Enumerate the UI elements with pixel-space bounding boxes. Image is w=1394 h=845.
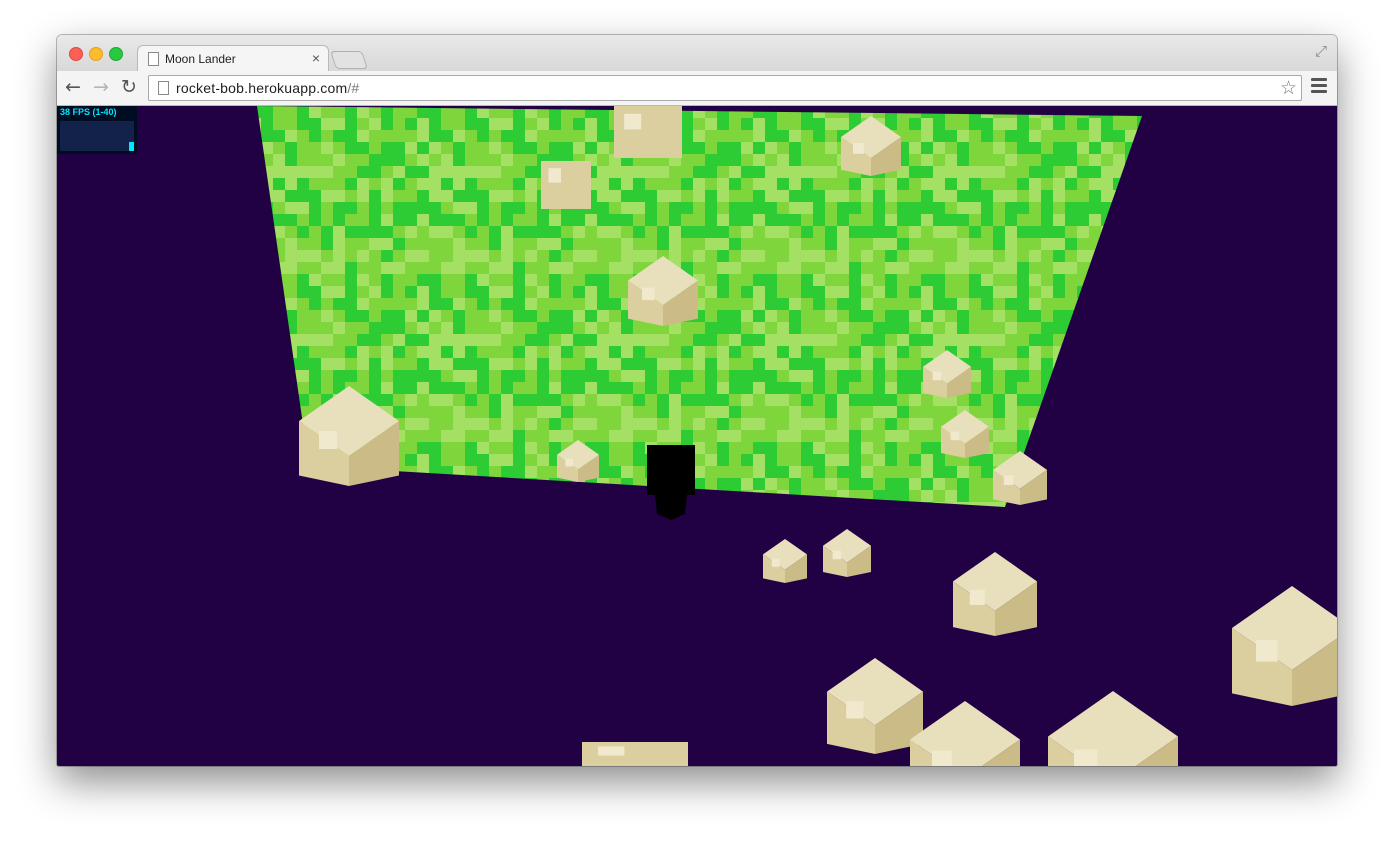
block-3-patch [548, 168, 561, 183]
window-close-button[interactable] [69, 47, 83, 61]
block-5-patch [932, 371, 942, 381]
tab-title: Moon Lander [165, 52, 236, 66]
star-icon[interactable]: ☆ [1280, 77, 1297, 100]
block-6-patch [319, 431, 337, 449]
block-14-patch [846, 701, 864, 719]
window-minimize-button[interactable] [89, 47, 103, 61]
browser-toolbar: ← → ↻ rocket-bob.herokuapp.com/# ☆ [57, 71, 1337, 106]
game-scene [57, 106, 1337, 766]
window-zoom-button[interactable] [109, 47, 123, 61]
block-13-patch [1256, 640, 1278, 662]
document-icon [148, 52, 159, 66]
block-11-patch [832, 550, 842, 560]
fps-bar [129, 142, 134, 151]
reload-icon[interactable]: ↻ [121, 76, 137, 98]
back-arrow-icon[interactable]: ← [65, 76, 81, 98]
tab-moon-lander[interactable]: Moon Lander × [137, 45, 329, 72]
block-9-patch [1003, 475, 1014, 486]
game-canvas[interactable]: 38 FPS (1-40) [57, 106, 1337, 766]
block-10-patch [771, 558, 780, 567]
rocket-body [647, 445, 695, 495]
forward-arrow-icon[interactable]: → [93, 76, 109, 98]
fps-stats-panel[interactable]: 38 FPS (1-40) [57, 106, 137, 154]
address-bar[interactable]: rocket-bob.herokuapp.com/# ☆ [148, 75, 1302, 101]
block-15-patch [932, 750, 952, 766]
menu-icon[interactable] [1311, 78, 1327, 96]
block-8-patch [565, 458, 573, 467]
url-path: /# [347, 80, 360, 96]
fps-graph [60, 121, 134, 151]
page-icon [158, 81, 169, 95]
new-tab-button[interactable] [330, 51, 368, 69]
block-16-patch [1074, 749, 1098, 766]
block-2-patch [853, 143, 864, 154]
url-host: rocket-bob.herokuapp.com [176, 80, 348, 96]
block-17-patch [597, 746, 625, 756]
close-icon[interactable]: × [312, 50, 320, 66]
fullscreen-icon[interactable]: ⤢ [1315, 43, 1327, 60]
block-12-patch [969, 589, 985, 605]
url-text: rocket-bob.herokuapp.com/# [176, 80, 359, 96]
block-3 [541, 161, 591, 209]
block-4-patch [642, 287, 655, 301]
block-1-patch [624, 113, 642, 130]
fps-label: 38 FPS (1-40) [60, 107, 117, 117]
block-7-patch [950, 431, 960, 441]
tab-strip: Moon Lander × ⤢ [57, 35, 1337, 72]
browser-window: Moon Lander × ⤢ ← → ↻ rocket-bob.herokua… [57, 35, 1337, 766]
